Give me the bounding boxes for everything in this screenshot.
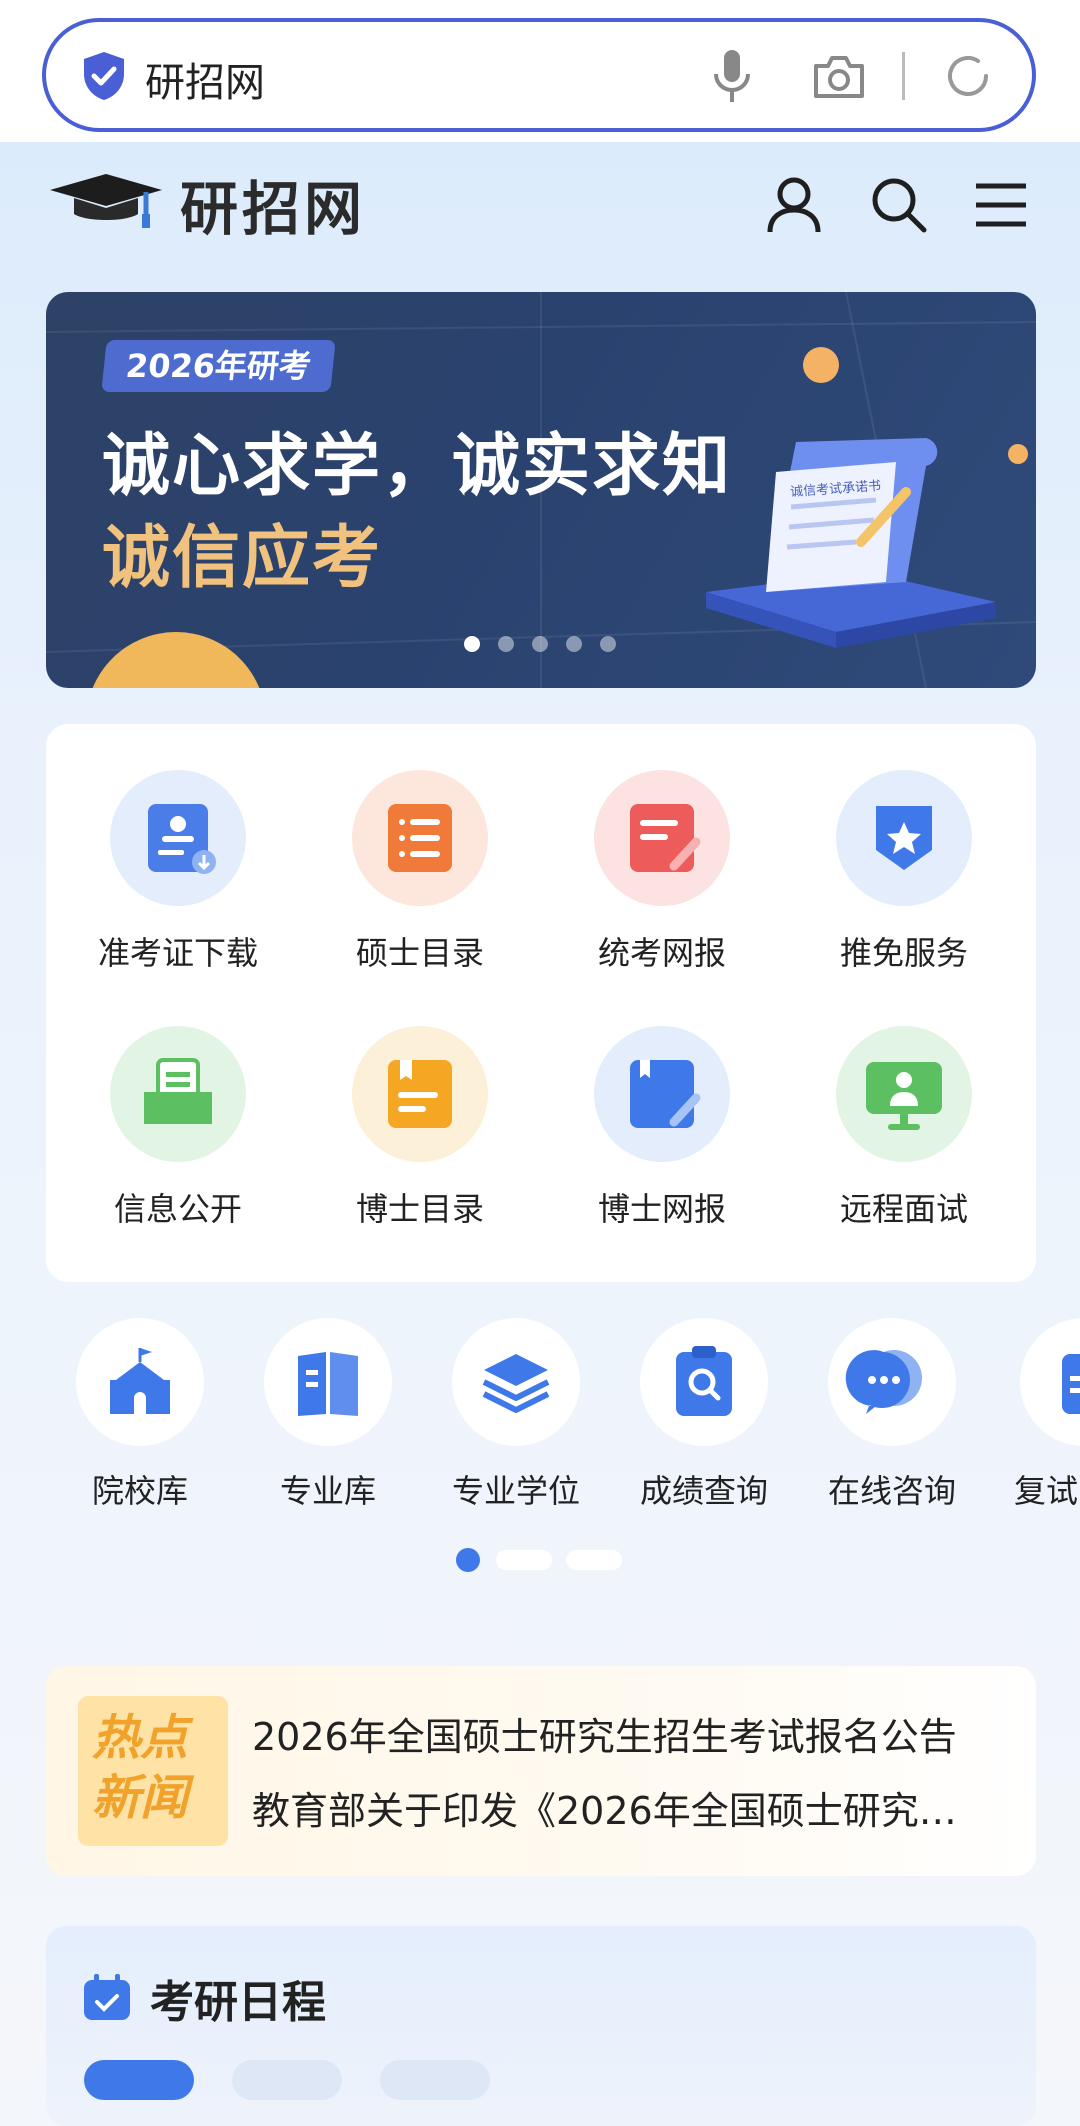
address-text[interactable]: 研招网: [145, 50, 265, 108]
quick-score-query[interactable]: 成绩查询: [610, 1318, 798, 1512]
carousel-dot[interactable]: [566, 636, 582, 652]
shield-check-icon: [80, 50, 128, 102]
service-label: 信息公开: [113, 1190, 242, 1228]
quick-retest[interactable]: 复试: [1012, 1318, 1080, 1518]
schedule-card: 考研日程: [46, 1926, 1036, 2126]
refresh-icon[interactable]: [942, 50, 994, 102]
monitor-user-icon: [836, 1026, 972, 1162]
service-label: 推免服务: [839, 934, 968, 972]
camera-icon[interactable]: [812, 52, 866, 100]
badge-line1: 热点: [92, 1710, 189, 1766]
schedule-tab-active[interactable]: [84, 2060, 194, 2100]
news-link[interactable]: 2026年全国硕士研究生招生考试报名公告: [252, 1706, 1012, 1761]
document-icon: [1020, 1318, 1080, 1446]
mic-icon[interactable]: [712, 48, 752, 104]
carousel-dot[interactable]: [532, 636, 548, 652]
banner-tag: 2026年研考: [101, 340, 336, 392]
service-label: 博士网报: [597, 1190, 726, 1228]
page-indicator[interactable]: [566, 1550, 622, 1570]
school-icon: [76, 1318, 204, 1446]
site-title[interactable]: 研招网: [180, 162, 366, 246]
service-unified-registration[interactable]: 统考网报: [552, 770, 772, 974]
service-recommendation[interactable]: 推免服务: [794, 770, 1014, 974]
service-label: 准考证下载: [97, 934, 258, 972]
admit-card-icon: [110, 770, 246, 906]
hot-news-card: 热点 新闻 2026年全国硕士研究生招生考试报名公告 教育部关于印发《2026年…: [46, 1666, 1036, 1876]
quick-label: 成绩查询: [639, 1472, 768, 1510]
quick-label: 院校库: [91, 1472, 188, 1510]
quick-label: 专业学位: [451, 1472, 580, 1510]
service-label: 远程面试: [839, 1190, 968, 1228]
page-indicator[interactable]: [496, 1550, 552, 1570]
news-link[interactable]: 教育部关于印发《2026年全国硕士研究…: [252, 1780, 1012, 1835]
quick-label: 复试: [1014, 1472, 1079, 1510]
service-info-disclosure[interactable]: 信息公开: [68, 1026, 288, 1230]
layers-icon: [452, 1318, 580, 1446]
quick-majors[interactable]: 专业库: [234, 1318, 422, 1512]
grad-cap-logo[interactable]: [46, 170, 166, 234]
quick-schools[interactable]: 院校库: [46, 1318, 234, 1512]
schedule-title: 考研日程: [150, 1977, 326, 2028]
quick-professional-degree[interactable]: 专业学位: [422, 1318, 610, 1512]
search-icon[interactable]: [870, 176, 928, 234]
quick-online-consult[interactable]: 在线咨询: [798, 1318, 986, 1512]
service-remote-interview[interactable]: 远程面试: [794, 1026, 1014, 1230]
service-label: 统考网报: [597, 934, 726, 972]
list-doc-icon: [352, 770, 488, 906]
toolbar-divider: [902, 52, 905, 100]
carousel-dot[interactable]: [600, 636, 616, 652]
calendar-icon: [82, 1972, 132, 2022]
schedule-tab[interactable]: [232, 2060, 342, 2100]
user-icon[interactable]: [766, 176, 822, 234]
schedule-tab[interactable]: [380, 2060, 490, 2100]
clipboard-search-icon: [640, 1318, 768, 1446]
service-phd-catalog[interactable]: 博士目录: [310, 1026, 530, 1230]
banner-subheadline: 诚信应考: [102, 519, 383, 598]
carousel-dot[interactable]: [498, 636, 514, 652]
menu-icon[interactable]: [974, 182, 1028, 228]
chat-icon: [828, 1318, 956, 1446]
quick-label: 在线咨询: [827, 1472, 956, 1510]
service-label: 博士目录: [355, 1190, 484, 1228]
book-icon: [264, 1318, 392, 1446]
banner-headline: 诚心求学，诚实求知: [102, 427, 733, 506]
hot-news-badge: 热点 新闻: [78, 1696, 228, 1846]
book-edit-icon: [594, 1026, 730, 1162]
badge-line2: 新闻: [92, 1770, 189, 1826]
service-label: 硕士目录: [355, 934, 484, 972]
service-admit-card[interactable]: 准考证下载: [68, 770, 288, 974]
pledge-document-illustration: [706, 438, 996, 648]
bookmark-doc-icon: [352, 1026, 488, 1162]
star-badge-icon: [836, 770, 972, 906]
hero-banner[interactable]: 2026年研考 诚心求学，诚实求知 诚信应考 诚信考试承诺书: [46, 292, 1036, 688]
service-master-catalog[interactable]: 硕士目录: [310, 770, 530, 974]
page-indicator-active[interactable]: [456, 1548, 480, 1572]
edit-doc-icon: [594, 770, 730, 906]
service-phd-registration[interactable]: 博士网报: [552, 1026, 772, 1230]
carousel-dot-active[interactable]: [464, 636, 480, 652]
inbox-icon: [110, 1026, 246, 1162]
quick-label: 专业库: [279, 1472, 376, 1510]
